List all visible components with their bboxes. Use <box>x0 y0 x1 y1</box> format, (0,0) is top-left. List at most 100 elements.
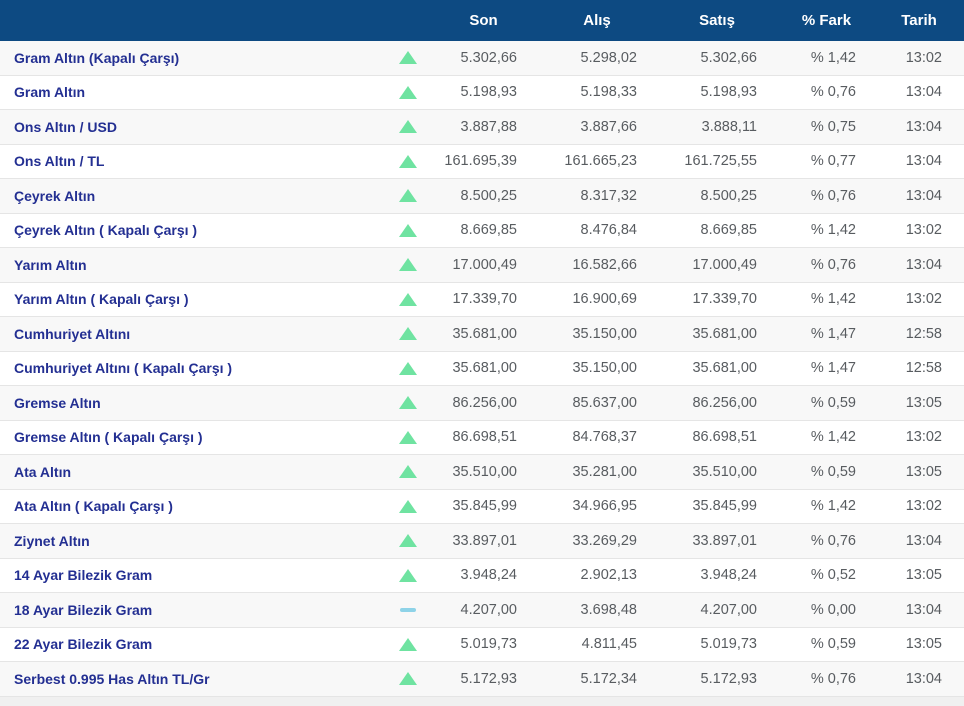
fark-value: % 0,76 <box>810 532 856 549</box>
column-header-alis: Alış <box>583 12 611 29</box>
son-value: 3.948,24 <box>460 567 517 584</box>
fark-value: % 0,76 <box>810 670 856 687</box>
table-row[interactable]: Gram Altın 5.198,93 5.198,33 5.198,93 % … <box>0 75 964 110</box>
table-row[interactable]: 18 Ayar Bilezik Gram 4.207,00 3.698,48 4… <box>0 593 964 628</box>
trend-indicator <box>385 607 430 612</box>
table-row[interactable]: Cumhuriyet Altını ( Kapalı Çarşı ) 35.68… <box>0 351 964 386</box>
tarih-value: 13:04 <box>905 601 942 618</box>
instrument-name[interactable]: Cumhuriyet Altını <box>0 326 385 342</box>
table-row[interactable]: Yarım Altın ( Kapalı Çarşı ) 17.339,70 1… <box>0 282 964 317</box>
trend-indicator <box>385 361 430 375</box>
tarih-value: 13:05 <box>905 463 942 480</box>
trend-indicator <box>385 154 430 168</box>
fark-value: % 1,47 <box>810 325 856 342</box>
tarih-value: 13:04 <box>905 532 942 549</box>
alis-value: 35.150,00 <box>572 360 637 377</box>
trend-indicator <box>385 465 430 479</box>
instrument-name[interactable]: Yarım Altın ( Kapalı Çarşı ) <box>0 291 385 307</box>
satis-value: 35.510,00 <box>692 463 757 480</box>
instrument-name[interactable]: 14 Ayar Bilezik Gram <box>0 567 385 583</box>
table-row[interactable]: Çeyrek Altın 8.500,25 8.317,32 8.500,25 … <box>0 179 964 214</box>
instrument-name[interactable]: Cumhuriyet Altını ( Kapalı Çarşı ) <box>0 360 385 376</box>
up-triangle-icon <box>398 637 417 651</box>
tarih-value: 12:58 <box>905 360 942 377</box>
table-row[interactable]: Ziynet Altın 33.897,01 33.269,29 33.897,… <box>0 524 964 559</box>
instrument-name[interactable]: Çeyrek Altın ( Kapalı Çarşı ) <box>0 222 385 238</box>
table-row[interactable]: Serbest 0.995 Has Altın TL/Gr 5.172,93 5… <box>0 662 964 697</box>
table-body: Gram Altın (Kapalı Çarşı) 5.302,66 5.298… <box>0 41 964 697</box>
trend-indicator <box>385 327 430 341</box>
up-triangle-icon <box>398 292 417 306</box>
alis-value: 16.582,66 <box>572 256 637 273</box>
column-header-son: Son <box>469 12 498 29</box>
son-value: 5.198,93 <box>460 84 517 101</box>
table-row[interactable]: Çeyrek Altın ( Kapalı Çarşı ) 8.669,85 8… <box>0 213 964 248</box>
satis-value: 35.845,99 <box>692 498 757 515</box>
instrument-name[interactable]: 18 Ayar Bilezik Gram <box>0 602 385 618</box>
satis-value: 5.172,93 <box>700 670 757 687</box>
satis-value: 86.698,51 <box>692 429 757 446</box>
instrument-name[interactable]: Gremse Altın ( Kapalı Çarşı ) <box>0 429 385 445</box>
alis-value: 16.900,69 <box>572 291 637 308</box>
instrument-name[interactable]: 22 Ayar Bilezik Gram <box>0 636 385 652</box>
trend-indicator <box>385 120 430 134</box>
table-row[interactable]: Gram Altın (Kapalı Çarşı) 5.302,66 5.298… <box>0 41 964 76</box>
fark-value: % 0,59 <box>810 636 856 653</box>
up-triangle-icon <box>398 534 417 548</box>
table-row[interactable]: Yarım Altın 17.000,49 16.582,66 17.000,4… <box>0 248 964 283</box>
instrument-name[interactable]: Ata Altın <box>0 464 385 480</box>
satis-value: 4.207,00 <box>700 601 757 618</box>
satis-value: 3.948,24 <box>700 567 757 584</box>
son-value: 35.681,00 <box>452 360 517 377</box>
instrument-name[interactable]: Ziynet Altın <box>0 533 385 549</box>
table-row[interactable]: Ata Altın 35.510,00 35.281,00 35.510,00 … <box>0 455 964 490</box>
fark-value: % 0,76 <box>810 84 856 101</box>
satis-value: 8.500,25 <box>700 187 757 204</box>
table-row[interactable]: Gremse Altın ( Kapalı Çarşı ) 86.698,51 … <box>0 420 964 455</box>
table-row[interactable]: Gremse Altın 86.256,00 85.637,00 86.256,… <box>0 386 964 421</box>
satis-value: 17.000,49 <box>692 256 757 273</box>
tarih-value: 13:04 <box>905 118 942 135</box>
trend-indicator <box>385 396 430 410</box>
instrument-name[interactable]: Gram Altın <box>0 84 385 100</box>
instrument-name[interactable]: Ons Altın / USD <box>0 119 385 135</box>
instrument-name[interactable]: Ons Altın / TL <box>0 153 385 169</box>
table-row[interactable]: Cumhuriyet Altını 35.681,00 35.150,00 35… <box>0 317 964 352</box>
table-row[interactable]: Ons Altın / USD 3.887,88 3.887,66 3.888,… <box>0 110 964 145</box>
instrument-name[interactable]: Çeyrek Altın <box>0 188 385 204</box>
instrument-name[interactable]: Serbest 0.995 Has Altın TL/Gr <box>0 671 385 687</box>
son-value: 3.887,88 <box>460 118 517 135</box>
table-header-row: Son Alış Satış % Fark Tarih <box>0 0 964 41</box>
trend-indicator <box>385 568 430 582</box>
table-row[interactable]: Ons Altın / TL 161.695,39 161.665,23 161… <box>0 144 964 179</box>
up-triangle-icon <box>398 223 417 237</box>
trend-indicator <box>385 292 430 306</box>
tarih-value: 13:04 <box>905 153 942 170</box>
tarih-value: 13:05 <box>905 636 942 653</box>
instrument-name[interactable]: Ata Altın ( Kapalı Çarşı ) <box>0 498 385 514</box>
up-triangle-icon <box>398 189 417 203</box>
table-row[interactable]: Ata Altın ( Kapalı Çarşı ) 35.845,99 34.… <box>0 489 964 524</box>
trend-indicator <box>385 85 430 99</box>
instrument-name[interactable]: Gram Altın (Kapalı Çarşı) <box>0 50 385 66</box>
column-header-tarih: Tarih <box>901 12 937 29</box>
instrument-name[interactable]: Gremse Altın <box>0 395 385 411</box>
table-row[interactable]: 14 Ayar Bilezik Gram 3.948,24 2.902,13 3… <box>0 558 964 593</box>
son-value: 35.681,00 <box>452 325 517 342</box>
instrument-name[interactable]: Yarım Altın <box>0 257 385 273</box>
flat-dash-icon <box>399 607 416 612</box>
alis-value: 161.665,23 <box>564 153 637 170</box>
trend-indicator <box>385 223 430 237</box>
trend-indicator <box>385 499 430 513</box>
up-triangle-icon <box>398 361 417 375</box>
tarih-value: 12:58 <box>905 325 942 342</box>
fark-value: % 0,77 <box>810 153 856 170</box>
fark-value: % 1,42 <box>810 291 856 308</box>
satis-value: 5.302,66 <box>700 49 757 66</box>
alis-value: 8.317,32 <box>580 187 637 204</box>
son-value: 33.897,01 <box>452 532 517 549</box>
fark-value: % 0,59 <box>810 463 856 480</box>
table-row[interactable]: 22 Ayar Bilezik Gram 5.019,73 4.811,45 5… <box>0 627 964 662</box>
fark-value: % 0,76 <box>810 256 856 273</box>
up-triangle-icon <box>398 430 417 444</box>
